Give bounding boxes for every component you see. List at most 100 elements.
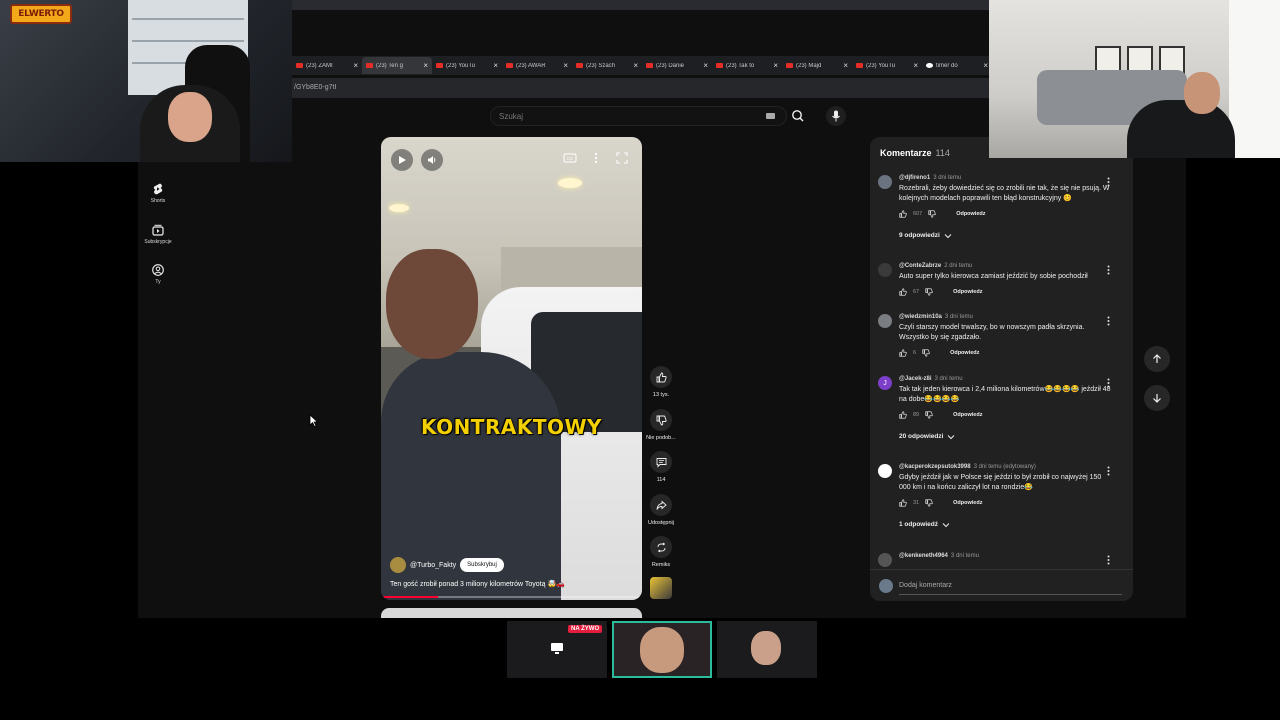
next-short-preview[interactable]	[381, 608, 642, 618]
close-tab-icon[interactable]: ×	[633, 61, 638, 70]
comment-author[interactable]: @djfireno1	[899, 175, 930, 181]
comment-more-icon[interactable]	[1107, 378, 1110, 388]
nav-shorts[interactable]: Shorts	[140, 183, 176, 204]
comment-time[interactable]: 3 dni temu	[933, 175, 961, 181]
view-replies-button[interactable]: 1 odpowiedź	[899, 521, 1111, 528]
comments-button[interactable]: 114	[645, 451, 677, 483]
browser-tab[interactable]: timer do ×	[922, 57, 989, 74]
close-tab-icon[interactable]: ×	[703, 61, 708, 70]
channel-avatar[interactable]	[390, 557, 406, 573]
search-button[interactable]	[788, 108, 808, 124]
comment-more-icon[interactable]	[1107, 265, 1110, 275]
address-bar[interactable]: /GYb8E0-g7tI	[292, 78, 989, 98]
comment-time[interactable]: 2 dni temu	[944, 263, 972, 269]
commenter-avatar[interactable]	[878, 314, 892, 328]
short-video-player[interactable]: KONTRAKTOWY CC @Turbo_Fakty Subskrybuj T…	[381, 137, 642, 600]
more-vertical-icon[interactable]	[591, 151, 601, 165]
comment-time[interactable]: 3 dni temu	[951, 553, 979, 559]
close-tab-icon[interactable]: ×	[983, 61, 988, 70]
browser-tab[interactable]: (23) YouTu ×	[852, 57, 922, 74]
close-tab-icon[interactable]: ×	[493, 61, 498, 70]
view-replies-button[interactable]: 20 odpowiedzi	[899, 433, 1111, 440]
browser-tab[interactable]: (23) Majd ×	[782, 57, 852, 74]
browser-tab[interactable]: (23) AWAR ×	[502, 57, 572, 74]
previous-short-button[interactable]	[1144, 346, 1170, 372]
like-button[interactable]: 13 tys.	[645, 366, 677, 398]
thumbs-down-icon[interactable]	[922, 349, 930, 357]
close-tab-icon[interactable]: ×	[773, 61, 778, 70]
comment-more-icon[interactable]	[1107, 177, 1110, 187]
commenter-avatar[interactable]	[878, 175, 892, 189]
comment-author[interactable]: @ConteZabrze	[899, 263, 941, 269]
subscribe-button[interactable]: Subskrybuj	[460, 558, 504, 572]
browser-tab[interactable]: (23) Tak to ×	[712, 57, 782, 74]
thumbs-down-icon[interactable]	[925, 499, 933, 507]
comment-author[interactable]: @kacperokzepsutok3998	[899, 464, 971, 470]
comment-author-line: @kenkeneth4964 3 dni temu	[899, 553, 1111, 559]
comment-more-icon[interactable]	[1107, 466, 1110, 476]
comment-author[interactable]: @Jacek-z8i	[899, 376, 932, 382]
thumbs-up-icon[interactable]	[899, 411, 907, 419]
add-comment-row[interactable]: Dodaj komentarz	[870, 569, 1133, 601]
thumbs-up-icon[interactable]	[899, 210, 907, 218]
close-tab-icon[interactable]: ×	[353, 61, 358, 70]
commenter-avatar[interactable]	[878, 464, 892, 478]
video-title[interactable]: Ten gość zrobił ponad 3 miliony kilometr…	[390, 580, 565, 588]
thumbs-down-icon[interactable]	[925, 411, 933, 419]
comment-more-icon[interactable]	[1107, 316, 1110, 326]
commenter-avatar[interactable]	[878, 553, 892, 567]
tab-title: (23) YouTu	[866, 62, 896, 69]
search-icon	[792, 110, 804, 122]
share-button[interactable]: Udostępnij	[645, 494, 677, 526]
tab-title: (23) Danie	[656, 62, 685, 69]
browser-tab[interactable]: (23) Szach ×	[572, 57, 642, 74]
keyboard-icon[interactable]	[766, 113, 775, 119]
reply-button[interactable]: Odpowiedz	[956, 211, 985, 217]
captions-icon[interactable]: CC	[563, 151, 577, 165]
close-tab-icon[interactable]: ×	[913, 61, 918, 70]
volume-button[interactable]	[421, 149, 443, 171]
reply-button[interactable]: Odpowiedz	[953, 500, 982, 506]
channel-name[interactable]: @Turbo_Fakty	[410, 562, 456, 569]
close-tab-icon[interactable]: ×	[563, 61, 568, 70]
comment-author[interactable]: @kenkeneth4964	[899, 553, 948, 559]
browser-tab[interactable]: (23) ZAMI ×	[292, 57, 362, 74]
comment-more-icon[interactable]	[1107, 555, 1110, 565]
browser-tab[interactable]: (23) Danie ×	[642, 57, 712, 74]
remix-button[interactable]: Remiks	[645, 536, 677, 568]
play-button[interactable]	[391, 149, 413, 171]
participant-tile[interactable]	[717, 621, 817, 678]
add-comment-input[interactable]: Dodaj komentarz	[899, 582, 952, 589]
thumbs-down-icon[interactable]	[925, 288, 933, 296]
commenter-avatar[interactable]: J	[878, 376, 892, 390]
dislike-button[interactable]: Nie podob...	[645, 409, 677, 441]
comment-time[interactable]: 3 dni temu	[935, 376, 963, 382]
reply-button[interactable]: Odpowiedz	[950, 350, 979, 356]
nav-subscriptions[interactable]: Subskrypcje	[140, 224, 176, 245]
video-progress-bar[interactable]	[381, 596, 642, 598]
comment-time[interactable]: 3 dni temu	[945, 314, 973, 320]
reply-button[interactable]: Odpowiedz	[953, 412, 982, 418]
comment-author[interactable]: @wiedzmin10a	[899, 314, 942, 320]
close-tab-icon[interactable]: ×	[423, 61, 428, 70]
close-tab-icon[interactable]: ×	[843, 61, 848, 70]
webcam-window	[1229, 0, 1280, 158]
browser-tab[interactable]: (23) YouTu ×	[432, 57, 502, 74]
view-replies-button[interactable]: 9 odpowiedzi	[899, 232, 1111, 239]
thumbs-up-icon[interactable]	[899, 349, 907, 357]
thumbs-up-icon[interactable]	[899, 499, 907, 507]
next-short-button[interactable]	[1144, 385, 1170, 411]
thumbs-down-icon[interactable]	[928, 210, 936, 218]
fullscreen-icon[interactable]	[615, 151, 629, 165]
nav-you[interactable]: Ty	[140, 264, 176, 285]
participant-tile-active[interactable]	[612, 621, 712, 678]
svg-text:CC: CC	[567, 156, 574, 161]
comment-time[interactable]: 3 dni temu (edytowany)	[974, 464, 1036, 470]
thumbs-up-icon[interactable]	[899, 288, 907, 296]
search-input[interactable]: Szukaj	[490, 106, 787, 126]
sound-thumbnail[interactable]	[650, 577, 672, 599]
commenter-avatar[interactable]	[878, 263, 892, 277]
reply-button[interactable]: Odpowiedz	[953, 289, 982, 295]
voice-search-button[interactable]	[826, 106, 846, 126]
browser-tab[interactable]: (23) Ten g ×	[362, 57, 432, 74]
